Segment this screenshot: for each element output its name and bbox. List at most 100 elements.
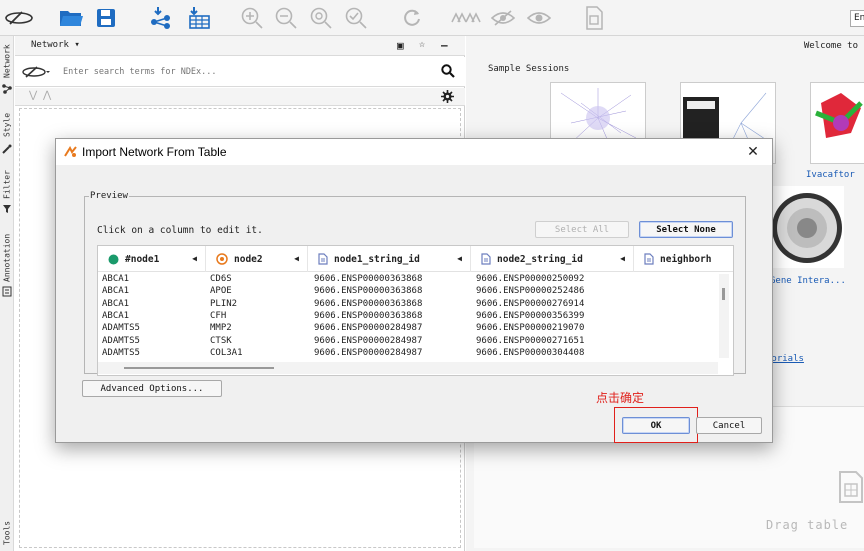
ndex-logo-icon[interactable] <box>4 6 34 30</box>
table-cell: 9606.ENSP00000276914 <box>476 298 585 309</box>
scroll-thumb[interactable] <box>722 288 725 300</box>
table-cell: 9606.ENSP00000356399 <box>476 310 585 321</box>
table-cell: 9606.ENSP00000363868 <box>314 298 423 309</box>
sample-session-thumb-3[interactable] <box>810 82 864 164</box>
filter-tab-icon <box>2 204 12 214</box>
scroll-thumb[interactable] <box>124 367 274 369</box>
table-cell: CFH <box>210 310 227 321</box>
welcome-text: Welcome to <box>803 41 858 51</box>
pin-icon[interactable]: ☆ <box>419 39 425 50</box>
network-subtoolbar: ⋁ ⋀ <box>15 88 465 106</box>
table-cell: ABCA1 <box>102 286 130 297</box>
source-node-icon <box>108 254 119 265</box>
column-name: node2_string_id <box>497 253 583 265</box>
table-cell: MMP2 <box>210 323 232 334</box>
export-icon[interactable] <box>582 6 606 30</box>
target-node-icon <box>216 253 228 265</box>
table-cell: 9606.ENSP00000304408 <box>476 347 585 358</box>
open-folder-icon[interactable] <box>58 6 84 30</box>
zoom-selected-icon[interactable] <box>344 6 368 30</box>
table-cell: 9606.ENSP00000284987 <box>314 347 423 358</box>
table-row[interactable]: ADAMTS5 COL3A1 9606.ENSP00000284987 9606.EN… <box>98 348 718 361</box>
column-header-node1-string-id[interactable]: node1_string_id ◀ <box>308 246 471 272</box>
column-menu-arrow-icon[interactable]: ◀ <box>192 254 197 263</box>
table-row[interactable]: ABCA1 PLIN2 9606.ENSP00000363868 9606.ENSP0… <box>98 299 718 312</box>
column-menu-arrow-icon[interactable]: ◀ <box>620 254 625 263</box>
table-row[interactable]: ABCA1 CFH 9606.ENSP00000363868 9606.ENSP000… <box>98 311 718 324</box>
column-name: node1_string_id <box>334 253 420 265</box>
column-menu-arrow-icon[interactable]: ◀ <box>294 254 299 263</box>
minimize-icon[interactable]: — <box>441 39 448 52</box>
drag-table-text: Drag table <box>766 518 849 532</box>
table-row[interactable]: ADAMTS5 MMP2 9606.ENSP00000284987 9606.ENSP… <box>98 323 718 336</box>
close-icon[interactable]: ✕ <box>742 142 764 162</box>
save-icon[interactable] <box>94 6 118 30</box>
table-cell: 9606.ENSP00000363868 <box>314 274 423 284</box>
zoom-out-icon[interactable] <box>274 6 298 30</box>
column-header-neighborhood[interactable]: neighborh <box>634 246 733 272</box>
table-cell: ABCA1 <box>102 274 130 284</box>
vertical-scrollbar[interactable] <box>719 274 729 358</box>
cytoscape-app-icon <box>64 145 78 161</box>
language-select[interactable]: En <box>850 10 864 27</box>
thumb-caption-gene-interactions[interactable]: Gene Intera... <box>770 276 846 286</box>
select-all-button[interactable]: Select All <box>535 221 629 238</box>
column-header-node2-string-id[interactable]: node2_string_id ◀ <box>471 246 634 272</box>
column-header-node2[interactable]: node2 ◀ <box>206 246 308 272</box>
rail-tab-annotation[interactable]: Annotation <box>0 234 14 282</box>
network-panel-title[interactable]: Network ▾ <box>31 40 80 50</box>
rail-tab-tools[interactable]: Tools <box>0 520 14 546</box>
click-confirm-annotation: 点击确定 <box>596 391 645 405</box>
table-cell: 9606.ENSP00000284987 <box>314 335 423 346</box>
table-cell: PLIN2 <box>210 298 238 309</box>
rail-tab-filter[interactable]: Filter <box>0 171 14 200</box>
table-row[interactable]: ABCA1 APOE 9606.ENSP00000363868 9606.ENSP00… <box>98 286 718 299</box>
dialog-title: Import Network From Table <box>82 145 227 159</box>
cancel-button[interactable]: Cancel <box>696 417 762 434</box>
edit-column-hint: Click on a column to edit it. <box>97 225 263 236</box>
network-tab-icon <box>2 84 12 94</box>
sample-session-thumb-4[interactable] <box>770 186 844 268</box>
table-cell: ABCA1 <box>102 298 130 309</box>
ndex-logo-icon[interactable] <box>21 65 51 82</box>
thumb-caption-ivacaftor[interactable]: Ivacaftor <box>806 170 855 180</box>
ndex-search-input[interactable] <box>63 64 433 80</box>
select-none-button[interactable]: Select None <box>639 221 733 238</box>
zoom-in-icon[interactable] <box>240 6 264 30</box>
import-network-dialog: Import Network From Table ✕ Preview Clic… <box>55 138 773 443</box>
rail-tab-style[interactable]: Style <box>0 112 14 138</box>
table-cell: CTSK <box>210 335 232 346</box>
ok-button[interactable]: OK <box>622 417 690 434</box>
network-panel-header: Network ▾ ▣ ☆ — <box>15 36 465 56</box>
attribute-file-icon <box>318 253 328 265</box>
column-menu-arrow-icon[interactable]: ◀ <box>457 254 462 263</box>
search-icon[interactable] <box>441 64 455 81</box>
hide-all-icon[interactable] <box>450 6 482 30</box>
import-network-icon[interactable] <box>148 6 174 30</box>
horizontal-scrollbar[interactable] <box>98 362 718 374</box>
style-tab-icon <box>2 144 12 154</box>
float-window-icon[interactable]: ▣ <box>397 39 404 52</box>
gear-icon[interactable] <box>441 90 454 106</box>
table-cell: CD6S <box>210 274 232 284</box>
table-cell: 9606.ENSP00000252486 <box>476 286 585 297</box>
table-row[interactable]: ADAMTS5 CTSK 9606.ENSP00000284987 9606.ENSP… <box>98 336 718 349</box>
column-name: #node1 <box>125 253 160 265</box>
column-name: node2 <box>234 253 263 265</box>
column-header-node1[interactable]: #node1 ◀ <box>98 246 206 272</box>
zoom-fit-icon[interactable] <box>309 6 333 30</box>
rail-tab-network[interactable]: Network <box>0 42 14 80</box>
collapse-all-icon[interactable]: ⋀ <box>43 90 51 101</box>
expand-all-icon[interactable]: ⋁ <box>29 90 37 101</box>
show-all-icon[interactable] <box>526 6 552 30</box>
hide-selected-icon[interactable] <box>490 6 516 30</box>
advanced-options-button[interactable]: Advanced Options... <box>82 380 222 397</box>
import-table-icon[interactable] <box>186 6 212 30</box>
table-row[interactable]: ABCA1 CD6S 9606.ENSP00000363868 9606.ENSP00… <box>98 274 718 287</box>
dialog-titlebar: Import Network From Table ✕ <box>56 139 772 165</box>
column-name: neighborh <box>660 253 712 265</box>
annotation-tab-icon <box>2 286 12 297</box>
control-panel-rail: Network Style Filter Annotation Tools <box>0 36 14 551</box>
preview-table: #node1 ◀ node2 ◀ node1_string_id ◀ node2… <box>97 245 734 376</box>
refresh-icon[interactable] <box>400 6 424 30</box>
